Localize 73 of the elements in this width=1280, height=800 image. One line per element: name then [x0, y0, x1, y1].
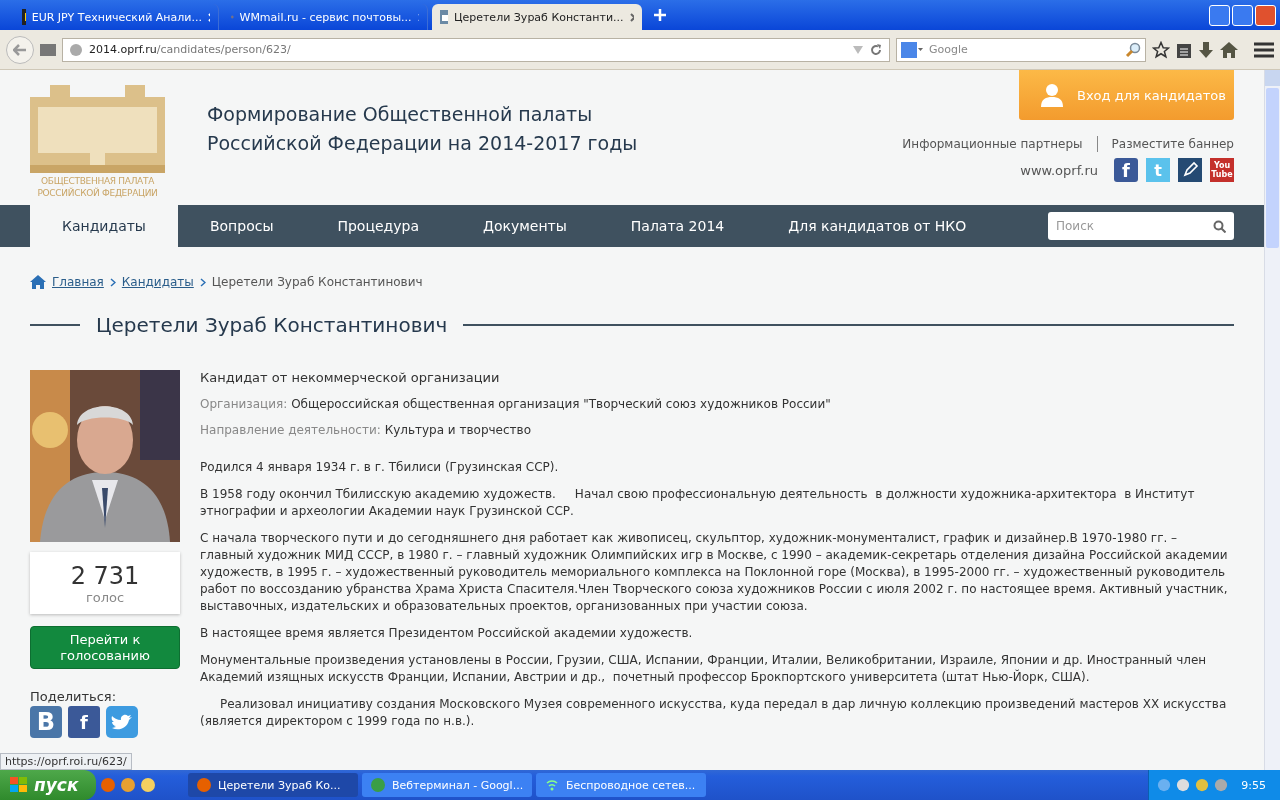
bio-paragraph: В настоящее время является Президентом Российской академии художеств.: [200, 625, 694, 642]
vote-label: голос: [85, 589, 125, 605]
site-title: Российской Федерации на 2014-2017 годы: [207, 131, 638, 156]
minimize-button[interactable]: [1209, 4, 1230, 26]
globe-icon: [69, 42, 83, 57]
taskbar-button[interactable]: Беспроводное сетев...: [536, 773, 706, 797]
youtube-button[interactable]: You Tube: [1210, 158, 1234, 182]
share-label: Поделиться:: [30, 689, 118, 704]
tray-icon: [1214, 778, 1229, 792]
close-button[interactable]: [1255, 4, 1276, 26]
bio-paragraph: Монументальные произведения установлены в России, Грузии, США, Испании, Франции, Италии, Великобритании, Израиле, Японии и др. Иностранный член Академий изящных искусств Франции, Испании, Австрии и др., почетный профессор Брокпортского университета (штат Нью-Йорк, США).: [200, 652, 1208, 686]
taskbar-button[interactable]: Вебтерминал - Googl...: [362, 773, 532, 797]
menu-icon[interactable]: [1254, 41, 1274, 58]
info-field: Организация: Общероссийская общественная организация "Творческий союз художников России": [200, 397, 1234, 411]
new-tab-icon[interactable]: [654, 9, 666, 21]
page-icon: [440, 10, 448, 24]
tray-icon: [1157, 778, 1172, 792]
bio-paragraph: Родился 4 января 1934 г. в г. Тбилиси (Грузинская ССР).: [200, 459, 560, 476]
status-url: https://oprf.roi.ru/623/: [0, 753, 132, 770]
breadcrumb-link[interactable]: Кандидаты: [121, 275, 194, 289]
windows-logo-icon: [10, 777, 28, 793]
banner-link[interactable]: Разместите баннер: [1111, 137, 1234, 151]
bio-paragraph: Реализовал инициативу создания Московского Музея современного искусства, куда передал в дар личную коллекцию произведений мастеров XX искусства (является директором с 1999 года по н.в.).: [200, 696, 1228, 730]
vk-button[interactable]: B: [30, 706, 62, 738]
scrollbar[interactable]: [1264, 70, 1280, 770]
nav-tab[interactable]: Палата 2014: [598, 205, 757, 247]
search-field[interactable]: Google: [896, 37, 1146, 62]
logo-text: РОССИЙСКОЙ ФЕДЕРАЦИИ: [37, 187, 158, 199]
partners-link[interactable]: Информационные партнеры: [902, 137, 1083, 151]
back-button[interactable]: [6, 35, 34, 64]
clipboard-icon[interactable]: [1176, 41, 1192, 58]
browser-tab[interactable]: Церетели Зураб Константи...: [432, 4, 642, 30]
search-icon[interactable]: [1125, 41, 1141, 58]
logo-text: ОБЩЕСТВЕННАЯ ПАЛАТА: [40, 175, 154, 187]
search-engine-icon[interactable]: [901, 41, 923, 58]
site-url: www.oprf.ru: [1020, 162, 1098, 178]
site-title: Формирование Общественной палаты: [207, 102, 594, 127]
restore-button[interactable]: [1232, 4, 1253, 26]
address-field[interactable]: 2014.oprf.ru/candidates/person/623/: [62, 37, 890, 62]
facebook-button[interactable]: f: [68, 706, 100, 738]
info-field: Направление деятельности: Культура и творчество: [200, 423, 1234, 437]
nav-tab[interactable]: Для кандидатов от НКО: [756, 205, 999, 247]
back-arrow-icon: [13, 43, 27, 56]
home-icon[interactable]: [1220, 41, 1238, 58]
user-icon: [1041, 83, 1063, 107]
search-icon[interactable]: [1213, 219, 1226, 233]
star-icon[interactable]: [1152, 40, 1170, 59]
vote-count: 2 731: [70, 561, 140, 590]
bio-paragraph: С начала творческого пути и до сегодняшнего дня работает как живописец, скульптор, художник-монументалист, график и дизайнер.В 1970-1980 гг. – главный художник МИД СССР, в 1980 г. – главный художник Олимпийских игр в Москве, с 1990 – академик-секретарь отделения дизайна Российской академии художеств, в 1995 г. – художественный руководитель мемориального комплекса на Поклонной горе (Москва), в 1995-2000 гг. – художественный руководитель работ по воссозданию убранства Храма Христа Спасителя.Член Творческого союза художников России с июля 2002 г. по настоящее время. Активный участник, выставочных, издательских и образовательных проектов, организованных при участии союза.: [200, 530, 1229, 615]
clock: 9:55: [1241, 778, 1266, 792]
breadcrumb-current: Церетели Зураб Константинович: [211, 275, 423, 289]
page-heading: Церетели Зураб Константинович: [96, 313, 448, 337]
facebook-button[interactable]: f: [1114, 158, 1138, 182]
vote-button[interactable]: Перейти к голосованию: [30, 626, 180, 669]
breadcrumb-link[interactable]: Главная: [52, 275, 104, 289]
download-icon[interactable]: [1198, 41, 1214, 58]
twitter-button[interactable]: [106, 706, 138, 738]
chevron-icon: [199, 277, 206, 287]
nav-tab[interactable]: Процедура: [305, 205, 451, 247]
home-icon[interactable]: [30, 275, 46, 289]
candidate-type: Кандидат от некоммерческой организации: [200, 370, 501, 385]
nav-tab[interactable]: Вопросы: [177, 205, 306, 247]
start-button[interactable]: пуск: [0, 770, 96, 800]
taskbar-button[interactable]: Церетели Зураб Ко...: [188, 773, 358, 797]
blog-button[interactable]: [1178, 158, 1202, 182]
folder-icon[interactable]: [40, 43, 56, 56]
tray-icon: [1195, 778, 1210, 792]
wireless-icon: [544, 777, 560, 793]
nav-tab[interactable]: Документы: [451, 205, 599, 247]
nav-tab[interactable]: Кандидаты: [30, 205, 178, 247]
bio-paragraph: В 1958 году окончил Тбилисскую академию художеств. Начал свою профессиональную деятельность в должности художника-архитектора в Институт этнографии и археологии Академии наук Грузинской ССР.: [200, 486, 1196, 520]
chevron-icon: [109, 277, 116, 287]
reload-icon[interactable]: [869, 42, 883, 57]
